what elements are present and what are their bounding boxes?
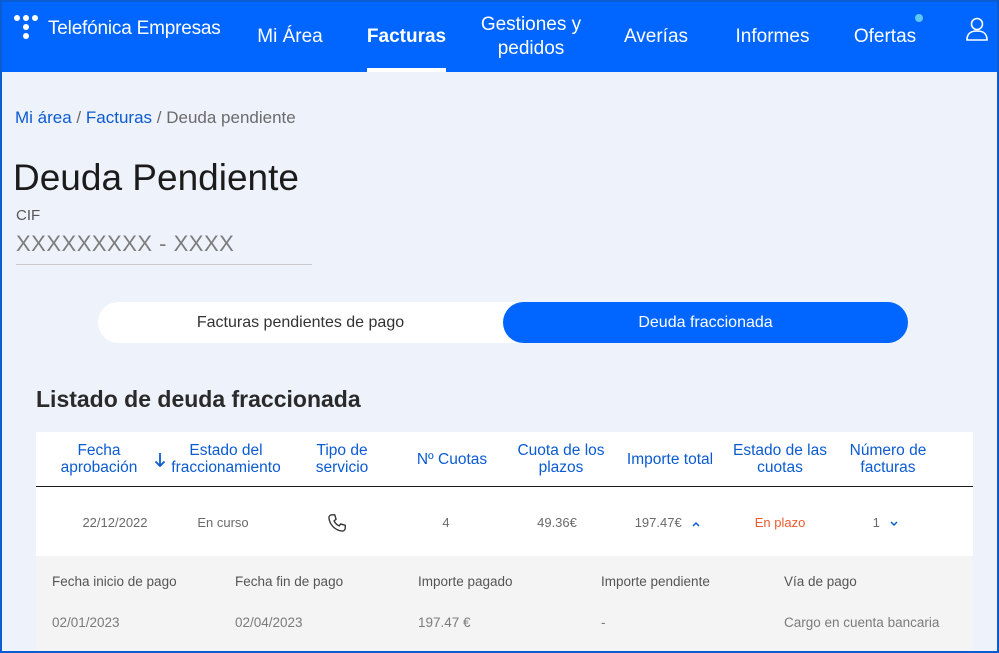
header-estado-fraccionamiento[interactable]: Estado del fraccionamiento — [168, 442, 284, 476]
header-estado-cuotas[interactable]: Estado de las cuotas — [730, 442, 830, 476]
tab-deuda-fraccionada[interactable]: Deuda fraccionada — [503, 302, 908, 343]
cell-estado: En curso — [197, 515, 249, 530]
nav-label: Averías — [623, 26, 689, 47]
detail-label-fecha-inicio: Fecha inicio de pago — [52, 574, 177, 589]
nav-label: Ofertas — [853, 26, 917, 47]
num-facturas-value: 1 — [872, 515, 880, 530]
phone-icon — [328, 514, 346, 532]
detail-value-fecha-inicio: 02/01/2023 — [52, 615, 120, 630]
header-importe-total[interactable]: Importe total — [620, 451, 720, 468]
cell-num-facturas: 1 — [868, 515, 904, 530]
detail-value-importe-pendiente: - — [601, 615, 606, 630]
section-title: Listado de deuda fraccionada — [36, 386, 361, 412]
row-detail-panel: Fecha inicio de pago Fecha fin de pago I… — [36, 556, 973, 651]
nav-item-mi-area[interactable]: Mi Área — [247, 2, 333, 72]
nav-item-ofertas[interactable]: Ofertas — [848, 2, 922, 72]
debt-table: Fecha aprobación Estado del fraccionamie… — [36, 432, 973, 651]
nav-label: Facturas — [366, 26, 447, 47]
header-num-cuotas[interactable]: Nº Cuotas — [408, 451, 496, 468]
header-fecha-aprobacion[interactable]: Fecha aprobación — [58, 442, 140, 476]
detail-label-importe-pagado: Importe pagado — [418, 574, 513, 589]
detail-label-fecha-fin: Fecha fin de pago — [235, 574, 344, 589]
nav-item-gestiones-pedidos[interactable]: Gestiones y pedidos — [474, 2, 588, 72]
nav-item-averias[interactable]: Averías — [618, 2, 694, 72]
nav-label: Informes — [735, 26, 810, 47]
cell-cuota-plazos: 49.36€ — [537, 515, 577, 530]
brand[interactable]: Telefónica Empresas — [14, 14, 221, 44]
notification-dot — [915, 14, 923, 22]
detail-value-via-pago: Cargo en cuenta bancaria — [784, 615, 940, 630]
brand-name: Telefónica Empresas — [48, 18, 221, 39]
breadcrumb: Mi área / Facturas / Deuda pendiente — [15, 108, 296, 128]
table-row[interactable]: 22/12/2022 En curso 4 49.36€ 197.47€ En … — [36, 488, 973, 556]
breadcrumb-facturas[interactable]: Facturas — [86, 108, 152, 127]
detail-value-importe-pagado: 197.47 € — [418, 615, 471, 630]
chevron-up-icon[interactable] — [691, 520, 701, 528]
breadcrumb-current: Deuda pendiente — [166, 108, 296, 127]
sort-down-icon[interactable] — [154, 452, 166, 468]
importe-total-value: 197.47€ — [634, 515, 682, 530]
user-icon[interactable] — [965, 16, 989, 42]
cif-label: CIF — [16, 207, 41, 224]
top-navigation: Telefónica Empresas Mi Área Facturas Ges… — [2, 2, 997, 72]
app-frame: Telefónica Empresas Mi Área Facturas Ges… — [0, 0, 999, 653]
nav-item-informes[interactable]: Informes — [730, 2, 815, 72]
telefonica-logo-icon — [14, 15, 42, 43]
cell-importe-total: 197.47€ — [632, 515, 704, 530]
debt-type-toggle: Facturas pendientes de pago Deuda fracci… — [98, 302, 908, 343]
nav-item-facturas[interactable]: Facturas — [367, 2, 446, 72]
detail-value-fecha-fin: 02/04/2023 — [235, 615, 303, 630]
page-title: Deuda Pendiente — [13, 157, 299, 198]
header-tipo-servicio[interactable]: Tipo de servicio — [306, 442, 378, 476]
tab-facturas-pendientes[interactable]: Facturas pendientes de pago — [98, 302, 503, 343]
detail-label-via-pago: Vía de pago — [784, 574, 857, 589]
nav-label: Mi Área — [257, 26, 323, 47]
nav-label: Gestiones y pedidos — [480, 14, 582, 59]
breadcrumb-separator: / — [156, 108, 162, 127]
header-cuota-plazos[interactable]: Cuota de los plazos — [514, 442, 608, 476]
breadcrumb-mi-area[interactable]: Mi área — [15, 108, 72, 127]
table-header: Fecha aprobación Estado del fraccionamie… — [36, 432, 973, 487]
cif-value: XXXXXXXXX - XXXX — [16, 231, 312, 265]
header-numero-facturas[interactable]: Número de facturas — [840, 442, 936, 476]
breadcrumb-separator: / — [76, 108, 82, 127]
cell-estado-cuotas: En plazo — [754, 515, 806, 530]
cell-cuotas: 4 — [442, 515, 450, 530]
cell-fecha: 22/12/2022 — [82, 515, 148, 530]
chevron-down-icon[interactable] — [889, 520, 899, 528]
detail-label-importe-pendiente: Importe pendiente — [601, 574, 710, 589]
